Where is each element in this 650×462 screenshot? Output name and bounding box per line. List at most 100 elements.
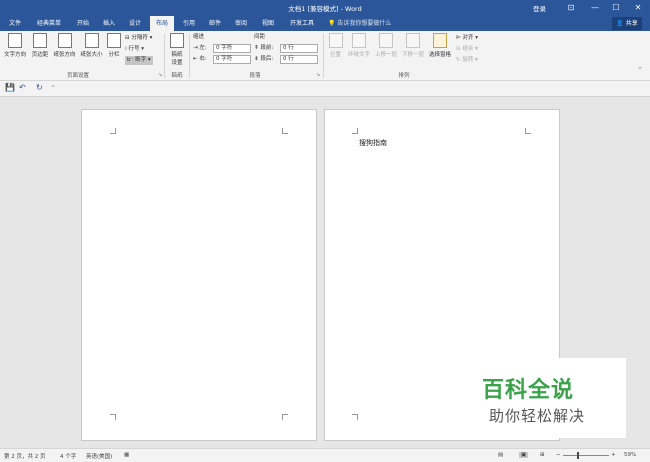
tab-insert[interactable]: 插入 (98, 16, 120, 31)
send-backward-label: 下移一层 (401, 52, 424, 58)
tell-me-search[interactable]: 💡 告诉我你想要做什么 (328, 16, 391, 31)
print-layout-icon[interactable]: ▣ (519, 452, 529, 458)
wrap-text-button[interactable]: 环绕文字 (346, 33, 372, 58)
ribbon-tab-bar: 文件 经典菜单 开始 插入 设计 布局 引用 邮件 审阅 视图 开发工具 💡 告… (0, 16, 650, 31)
tab-layout[interactable]: 布局 (150, 16, 174, 31)
tab-classic-menu[interactable]: 经典菜单 (32, 16, 66, 31)
save-icon[interactable]: 💾 (5, 83, 15, 92)
tab-developer[interactable]: 开发工具 (285, 16, 319, 31)
group-separator (323, 34, 324, 78)
page-corner-mark (282, 414, 288, 420)
group-label-arrange: 排列 (398, 73, 410, 79)
breaks-button[interactable]: ⊟ 分隔符 ▾ (125, 34, 152, 43)
wrap-text-icon (352, 33, 366, 48)
document-text[interactable]: 搜狗指南 (359, 138, 387, 148)
tab-references[interactable]: 引用 (178, 16, 200, 31)
login-link[interactable]: 登录 (533, 3, 546, 13)
undo-icon[interactable]: ↶ (19, 83, 26, 92)
paragraph-launcher-icon[interactable]: ↘ (316, 72, 320, 78)
spacing-before-input[interactable]: 0 行 (280, 44, 318, 53)
collapse-ribbon-icon[interactable]: ^ (638, 67, 642, 73)
selection-pane-label: 选择窗格 (428, 52, 451, 58)
send-backward-icon (406, 33, 420, 48)
margins-button[interactable]: 页边距 (29, 33, 51, 58)
zoom-out-icon[interactable]: − (556, 452, 561, 458)
position-label: 位置 (329, 52, 341, 58)
tab-home[interactable]: 开始 (72, 16, 94, 31)
page-1[interactable] (81, 109, 317, 441)
tab-file[interactable]: 文件 (4, 16, 26, 31)
watermark-logo: 百科全说 助你轻松解决 (470, 358, 626, 438)
read-mode-icon[interactable]: ▤ (498, 452, 503, 458)
tab-view[interactable]: 视图 (256, 16, 280, 31)
lightbulb-icon: 💡 (328, 20, 336, 27)
draft-settings-label-1: 稿纸 (171, 52, 183, 58)
send-backward-button[interactable]: 下移一层 (400, 33, 426, 58)
web-layout-icon[interactable]: ⊞ (540, 452, 545, 458)
word-count[interactable]: 4 个字 (60, 452, 76, 460)
tell-me-text: 告诉我你想要做什么 (337, 20, 392, 27)
tab-mailings[interactable]: 邮件 (204, 16, 226, 31)
share-label: 共享 (625, 20, 638, 27)
group-label-page-setup: 页面设置 (66, 73, 89, 79)
status-bar: 第 2 页，共 2 页 4 个字 英语(美国) ▦ ▤ ▣ ⊞ − + 59% (0, 448, 650, 462)
customize-qat-icon[interactable]: ⁼ (51, 83, 55, 92)
size-label: 纸张大小 (80, 52, 103, 58)
spacing-before-text: 段前: (260, 45, 274, 51)
breaks-label: 分隔符 (131, 35, 148, 41)
language-indicator[interactable]: 英语(美国) (86, 452, 112, 460)
indent-right-input[interactable]: 0 字符 (213, 55, 251, 64)
draft-paper-icon (170, 33, 184, 48)
watermark-subtitle: 助你轻松解决 (489, 407, 586, 425)
tab-design[interactable]: 设计 (124, 16, 146, 31)
indent-left-text: 左: (199, 45, 207, 51)
orientation-button[interactable]: 纸张方向 (52, 33, 77, 58)
size-button[interactable]: 纸张大小 (79, 33, 104, 58)
orientation-icon (57, 33, 72, 48)
columns-button[interactable]: 分栏 (106, 33, 122, 58)
draft-settings-label-2: 设置 (171, 60, 183, 66)
spacing-after-input[interactable]: 0 行 (280, 55, 318, 64)
group-label-draft: 稿纸 (171, 73, 183, 79)
zoom-slider-thumb[interactable] (577, 452, 579, 459)
zoom-slider[interactable] (563, 455, 609, 456)
page-corner-mark (352, 414, 358, 420)
selection-pane-button[interactable]: 选择窗格 (427, 33, 453, 58)
page-setup-launcher-icon[interactable]: ↘ (158, 72, 162, 78)
align-label: 对齐 (462, 35, 474, 41)
position-button[interactable]: 位置 (327, 33, 344, 58)
margins-icon (33, 33, 47, 48)
paper-size-icon (84, 33, 99, 48)
redo-icon[interactable]: ↻ (36, 83, 43, 92)
minimize-button[interactable]: — (584, 0, 606, 16)
align-button[interactable]: ⊫ 对齐 ▾ (456, 34, 478, 43)
restore-button[interactable]: ☐ (605, 0, 627, 16)
draft-settings-button[interactable]: 稿纸 设置 (168, 33, 186, 66)
columns-label: 分栏 (108, 52, 120, 58)
page-count[interactable]: 第 2 页，共 2 页 (4, 452, 46, 460)
close-button[interactable]: ✕ (627, 0, 649, 16)
bring-forward-icon (379, 33, 393, 48)
bring-forward-button[interactable]: 上移一层 (373, 33, 399, 58)
spacing-heading: 间距 (254, 34, 266, 40)
line-numbers-label: 行号 (128, 46, 140, 52)
macro-record-icon[interactable]: ▦ (124, 452, 129, 458)
zoom-in-icon[interactable]: + (611, 452, 616, 458)
group-button[interactable]: ⊡ 组合 ▾ (456, 45, 478, 54)
page-corner-mark (282, 128, 288, 134)
indent-heading: 缩进 (193, 34, 205, 40)
ribbon-layout: 文字方向 页边距 纸张方向 纸张大小 分栏 ⊟ 分隔符 ▾ ⁞ 行号 ▾ b⁻ … (0, 31, 650, 81)
person-icon: 👤 (616, 20, 624, 27)
ribbon-display-options-icon[interactable]: ⊡ (560, 0, 582, 16)
indent-left-input[interactable]: 0 字符 (213, 44, 251, 53)
indent-left-label: ⇥ 左: (193, 45, 207, 51)
hyphenation-button[interactable]: b⁻ 断字 ▾ (125, 56, 153, 65)
rotate-button[interactable]: ↻ 旋转 ▾ (456, 56, 478, 65)
tab-review[interactable]: 审阅 (230, 16, 252, 31)
line-numbers-button[interactable]: ⁞ 行号 ▾ (125, 45, 144, 54)
group-separator (189, 34, 190, 78)
position-icon (328, 33, 343, 48)
share-button[interactable]: 👤 共享 (612, 17, 642, 30)
zoom-level[interactable]: 59% (624, 452, 636, 458)
text-direction-button[interactable]: 文字方向 (3, 33, 27, 58)
